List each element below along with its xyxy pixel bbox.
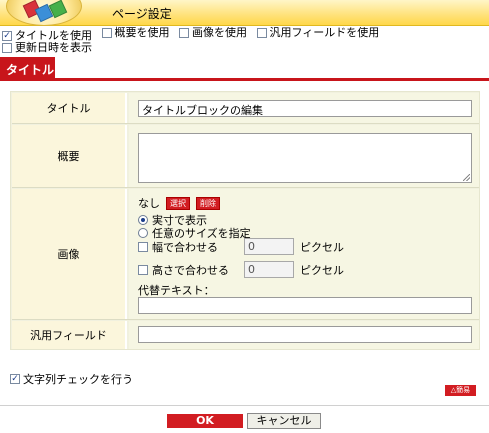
option-use-image[interactable]: 画像を使用 bbox=[179, 27, 247, 39]
title-row-value: タイトルブロックの編集 bbox=[129, 93, 479, 123]
generic-field-row: 汎用フィールド bbox=[12, 321, 479, 349]
app-logo-icon bbox=[6, 0, 82, 26]
fit-width-label: 幅で合わせる bbox=[152, 240, 218, 254]
cancel-button[interactable]: キャンセル bbox=[247, 413, 321, 429]
summary-row-label: 概要 bbox=[12, 125, 127, 187]
string-check-label: 文字列チェックを行う bbox=[23, 373, 133, 386]
form-panel: タイトル タイトルブロックの編集 概要 画像 なし 選択 削除 実寸で表示 任意… bbox=[10, 91, 480, 350]
summary-row: 概要 bbox=[12, 125, 479, 188]
dialog-header: ページ設定 bbox=[0, 0, 489, 26]
fit-height-line: 高さで合わせる 0 ピクセル bbox=[138, 261, 344, 278]
tab-bar: タイトル bbox=[0, 57, 489, 81]
fit-height-label: 高さで合わせる bbox=[152, 263, 229, 277]
option-show-updated[interactable]: 更新日時を表示 bbox=[2, 42, 92, 54]
option-use-summary[interactable]: 概要を使用 bbox=[101, 26, 170, 39]
display-options: ✓ タイトルを使用 概要を使用 画像を使用 汎用フィールドを使用 更新日時を表示 bbox=[2, 27, 488, 56]
radio-actual-size-button[interactable] bbox=[138, 215, 148, 225]
dialog-title: ページ設定 bbox=[112, 7, 172, 21]
use-summary-label: 概要を使用 bbox=[114, 26, 170, 39]
fit-height-input[interactable]: 0 bbox=[244, 261, 294, 278]
fit-width-input[interactable]: 0 bbox=[244, 238, 294, 255]
fit-width-line: 幅で合わせる 0 ピクセル bbox=[138, 238, 344, 255]
string-check-checkbox[interactable]: ✓ bbox=[10, 374, 20, 384]
tab-title[interactable]: タイトル bbox=[0, 57, 55, 78]
alt-text-input[interactable] bbox=[138, 297, 472, 314]
image-current: なし 選択 削除 bbox=[138, 195, 220, 211]
image-delete-button[interactable]: 削除 bbox=[196, 196, 220, 210]
summary-row-value bbox=[129, 125, 479, 187]
ok-button[interactable]: OK bbox=[167, 414, 243, 428]
resize-grip-icon[interactable] bbox=[463, 174, 470, 181]
title-row: タイトル タイトルブロックの編集 bbox=[12, 93, 479, 124]
summary-textarea[interactable] bbox=[138, 133, 472, 183]
fit-height-checkbox[interactable] bbox=[138, 264, 148, 275]
image-select-button[interactable]: 選択 bbox=[166, 196, 190, 210]
string-check-option[interactable]: ✓ 文字列チェックを行う bbox=[10, 371, 133, 387]
use-generic-field-label: 汎用フィールドを使用 bbox=[269, 26, 380, 39]
dialog-footer: OK キャンセル bbox=[0, 405, 489, 433]
image-row-value: なし 選択 削除 実寸で表示 任意のサイズを指定 幅で合わせる 0 ピクセル 高… bbox=[129, 189, 479, 319]
use-image-checkbox[interactable] bbox=[179, 28, 189, 38]
alt-text-label: 代替テキスト： bbox=[138, 284, 215, 297]
use-generic-field-checkbox[interactable] bbox=[256, 28, 267, 38]
use-image-label: 画像を使用 bbox=[192, 26, 247, 39]
generic-field-row-value bbox=[129, 321, 479, 349]
fit-width-unit: ピクセル bbox=[300, 240, 344, 254]
title-row-label: タイトル bbox=[12, 93, 127, 123]
use-summary-checkbox[interactable] bbox=[101, 28, 112, 38]
image-row-label: 画像 bbox=[12, 189, 127, 319]
generic-field-input[interactable] bbox=[138, 326, 472, 343]
show-updated-checkbox[interactable] bbox=[2, 43, 12, 53]
title-input[interactable]: タイトルブロックの編集 bbox=[138, 100, 472, 117]
generic-field-row-label: 汎用フィールド bbox=[12, 321, 127, 349]
radio-custom-size-button[interactable] bbox=[138, 228, 148, 238]
use-title-checkbox[interactable]: ✓ bbox=[2, 31, 12, 41]
simple-mode-button[interactable]: △簡易 bbox=[445, 385, 476, 396]
image-row: 画像 なし 選択 削除 実寸で表示 任意のサイズを指定 幅で合わせる 0 ピクセ… bbox=[12, 189, 479, 320]
show-updated-label: 更新日時を表示 bbox=[15, 41, 92, 54]
fit-height-unit: ピクセル bbox=[300, 263, 344, 277]
option-use-generic-field[interactable]: 汎用フィールドを使用 bbox=[256, 26, 380, 39]
fit-width-checkbox[interactable] bbox=[138, 241, 148, 252]
image-current-text: なし bbox=[138, 197, 160, 210]
